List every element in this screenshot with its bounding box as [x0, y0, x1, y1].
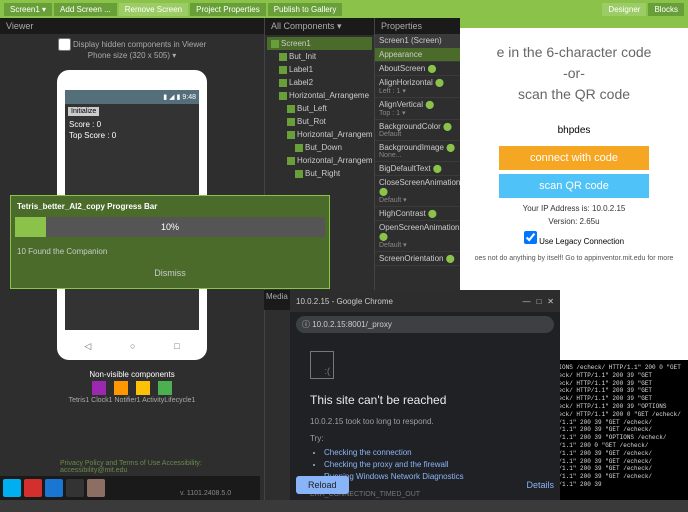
error-title: This site can't be reached — [310, 393, 540, 407]
progress-message: 10 Found the Companion — [15, 241, 325, 262]
publish-button[interactable]: Publish to Gallery — [268, 3, 343, 16]
error-try-label: Try: — [310, 434, 540, 443]
ip-address-text: Your IP Address is: 10.0.2.15 — [460, 202, 688, 215]
back-icon[interactable]: ◁ — [84, 341, 91, 352]
taskbar-turbotax-icon[interactable] — [45, 479, 63, 497]
blocks-button[interactable]: Blocks — [648, 3, 684, 16]
tree-harr3[interactable]: Horizontal_Arrangeme — [267, 154, 372, 167]
connect-with-code-button[interactable]: connect with code — [499, 146, 649, 170]
prop-bigdefaulttext[interactable]: BigDefaultText ⬤ — [375, 162, 460, 176]
clock-component-icon[interactable] — [114, 381, 128, 395]
tree-but-rot[interactable]: But_Rot — [267, 115, 372, 128]
error-subtitle: 10.0.2.15 took too long to respond. — [310, 417, 540, 426]
prop-appearance[interactable]: Appearance — [375, 48, 460, 62]
prop-screenorientation[interactable]: ScreenOrientation ⬤ — [375, 252, 460, 266]
project-properties-button[interactable]: Project Properties — [190, 3, 266, 16]
score-label: Score : 0 — [65, 119, 199, 130]
top-score-label: Top Score : 0 — [65, 130, 199, 141]
battery-icon: ▮ — [177, 93, 181, 101]
tree-harr1[interactable]: Horizontal_Arrangeme — [267, 89, 372, 102]
chrome-tab-title: 10.0.2.15 - Google Chrome — [296, 297, 393, 306]
home-icon[interactable]: ○ — [130, 341, 135, 351]
phone-size-dropdown[interactable]: Phone size (320 x 505) ▾ — [88, 51, 177, 60]
viewer-header: Viewer — [0, 18, 264, 34]
nonvis-labels: Tetris1 Clock1 Notifier1 ActivityLifecyc… — [4, 397, 260, 404]
prop-screen-name: Screen1 (Screen) — [375, 34, 460, 48]
properties-header: Properties — [375, 18, 460, 34]
designer-button[interactable]: Designer — [602, 3, 646, 16]
tree-label1[interactable]: Label1 — [267, 63, 372, 76]
maximize-icon[interactable]: □ — [536, 297, 541, 306]
address-bar[interactable]: ⓘ 10.0.2.15:8001/_proxy — [296, 316, 554, 333]
close-icon[interactable]: ✕ — [547, 297, 554, 306]
wifi-icon: ◢ — [169, 93, 174, 101]
tree-but-init[interactable]: But_Init — [267, 50, 372, 63]
lifecycle-component-icon[interactable] — [158, 381, 172, 395]
prop-aboutscreen[interactable]: AboutScreen ⬤ — [375, 62, 460, 76]
taskbar-evony-icon[interactable] — [87, 479, 105, 497]
screen-dropdown[interactable]: Screen1 ▾ — [4, 3, 52, 16]
tree-but-left[interactable]: But_Left — [267, 102, 372, 115]
components-header[interactable]: All Components ▾ — [265, 18, 374, 35]
tree-screen1[interactable]: Screen1 — [267, 37, 372, 50]
progress-bar: 10% — [15, 217, 325, 237]
recent-icon[interactable]: □ — [174, 341, 179, 351]
details-button[interactable]: Details — [526, 476, 554, 494]
progress-title: Tetris_better_AI2_copy Progress Bar — [15, 200, 325, 213]
prop-closescreenanimation[interactable]: CloseScreenAnimation ⬤Default ▾ — [375, 176, 460, 207]
tree-but-right[interactable]: But_Right — [267, 167, 372, 180]
legacy-checkbox[interactable]: Use Legacy Connection — [460, 228, 688, 249]
footer-links[interactable]: Privacy Policy and Terms of Use Accessib… — [60, 460, 264, 474]
minimize-icon[interactable]: — — [522, 297, 530, 306]
notifier-component-icon[interactable] — [136, 381, 150, 395]
chrome-window: 10.0.2.15 - Google Chrome — □ ✕ ⓘ 10.0.2… — [290, 290, 560, 500]
version-label: v. 1101.2408.5.0 — [180, 490, 231, 497]
prop-openscreenanimation[interactable]: OpenScreenAnimation ⬤Default ▾ — [375, 221, 460, 252]
version-text: Version: 2.65u — [460, 215, 688, 228]
media-panel-header: Media — [264, 290, 290, 310]
reload-button[interactable]: Reload — [296, 476, 349, 494]
tree-but-down[interactable]: But_Down — [267, 141, 372, 154]
tree-harr2[interactable]: Horizontal_Arrangeme — [267, 128, 372, 141]
tree-label2[interactable]: Label2 — [267, 76, 372, 89]
progress-dialog: Tetris_better_AI2_copy Progress Bar 10% … — [10, 195, 330, 289]
add-screen-button[interactable]: Add Screen ... — [54, 3, 117, 16]
prop-alignhorizontal[interactable]: AlignHorizontal ⬤Left : 1 ▾ — [375, 76, 460, 98]
nonvis-title: Non-visible components — [4, 370, 260, 379]
initialize-button[interactable]: Initialize — [68, 107, 99, 116]
prop-backgroundimage[interactable]: BackgroundImage ⬤None... — [375, 141, 460, 162]
companion-warning: oes not do anything by itself! Go to app… — [460, 249, 688, 268]
taskbar-venka-icon[interactable] — [66, 479, 84, 497]
error-suggestion-1[interactable]: Checking the connection — [324, 447, 540, 459]
prop-alignvertical[interactable]: AlignVertical ⬤Top : 1 ▾ — [375, 98, 460, 120]
companion-code: bhpdes — [460, 119, 688, 142]
remove-screen-button[interactable]: Remove Screen — [119, 3, 188, 16]
phone-status-bar: ▮ ◢ ▮ 9:48 — [65, 90, 199, 104]
hidden-components-checkbox[interactable]: Display hidden components in Viewer — [58, 40, 207, 49]
dismiss-button[interactable]: Dismiss — [15, 262, 325, 284]
scan-qr-button[interactable]: scan QR code — [499, 174, 649, 198]
prop-backgroundcolor[interactable]: BackgroundColor ⬤Default — [375, 120, 460, 141]
signal-icon: ▮ — [163, 93, 167, 101]
companion-heading: e in the 6-character code -or- scan the … — [460, 28, 688, 119]
toolbar: Screen1 ▾ Add Screen ... Remove Screen P… — [0, 0, 688, 18]
prop-highcontrast[interactable]: HighContrast ⬤ — [375, 207, 460, 221]
error-page-icon — [310, 351, 334, 379]
terminal-log: "OPTIONS /echeck/ HTTP/1.1" 200 0 "GET /… — [540, 360, 688, 500]
tetris-component-icon[interactable] — [92, 381, 106, 395]
taskbar-skype-icon[interactable] — [3, 479, 21, 497]
taskbar-app-icon[interactable] — [24, 479, 42, 497]
